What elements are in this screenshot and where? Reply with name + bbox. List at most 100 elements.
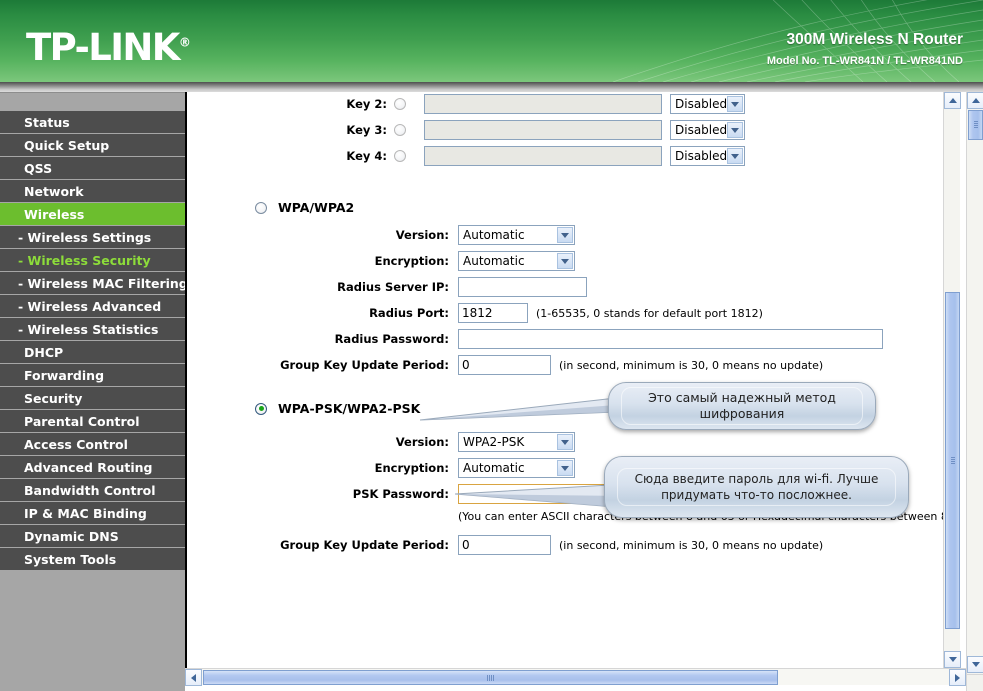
- header-divider: [0, 82, 983, 92]
- content-vertical-scrollbar[interactable]: [943, 92, 960, 668]
- wep-key2-row: Key 2: Disabled: [187, 94, 745, 114]
- wpa-version-select[interactable]: Automatic: [458, 225, 575, 245]
- sidebar-item-quick-setup[interactable]: Quick Setup: [0, 134, 185, 157]
- wep-key4-type-value: Disabled: [675, 149, 727, 163]
- sidebar-item-access-control[interactable]: Access Control: [0, 433, 185, 456]
- sidebar-item-status[interactable]: Status: [0, 111, 185, 134]
- radius-port-row: Radius Port: (1-65535, 0 stands for defa…: [187, 303, 763, 323]
- psk-encryption-label: Encryption:: [187, 461, 449, 475]
- sidebar-item-security[interactable]: Security: [0, 387, 185, 410]
- psk-version-label: Version:: [187, 435, 449, 449]
- psk-version-select[interactable]: WPA2-PSK: [458, 432, 575, 452]
- horizontal-scroll-thumb[interactable]: [203, 670, 778, 685]
- wep-key3-radio[interactable]: [394, 124, 406, 136]
- form-scroll-content: Key 2: Disabled Key 3: Disabled: [187, 92, 943, 668]
- wep-key4-type-select[interactable]: Disabled: [670, 146, 745, 166]
- wep-key3-label: Key 3:: [187, 123, 387, 137]
- wep-key3-type-value: Disabled: [675, 123, 727, 137]
- content-scroll-thumb[interactable]: [945, 292, 960, 629]
- router-admin-page: TP-LINK® 300M Wireless N Router Model No…: [0, 0, 983, 691]
- scroll-grip-icon: [951, 457, 955, 465]
- sidebar-item-qss[interactable]: QSS: [0, 157, 185, 180]
- tplink-logo: TP-LINK®: [26, 26, 191, 69]
- scroll-left-button[interactable]: [185, 669, 202, 686]
- wep-key2-type-select[interactable]: Disabled: [670, 94, 745, 114]
- psk-group-key-label: Group Key Update Period:: [187, 538, 449, 552]
- wpa-mode-radio[interactable]: [255, 202, 267, 214]
- callout-wifi-password: Сюда введите пароль для wi-fi. Лучше при…: [604, 456, 909, 518]
- wpa-encryption-row: Encryption: Automatic: [187, 251, 575, 271]
- psk-encryption-select[interactable]: Automatic: [458, 458, 575, 478]
- browser-vertical-scrollbar[interactable]: [966, 92, 983, 674]
- sidebar-item-wireless-statistics[interactable]: - Wireless Statistics: [0, 318, 185, 341]
- sidebar-item-dhcp[interactable]: DHCP: [0, 341, 185, 364]
- sidebar-item-forwarding[interactable]: Forwarding: [0, 364, 185, 387]
- sidebar-item-parental-control[interactable]: Parental Control: [0, 410, 185, 433]
- chevron-down-icon: [727, 122, 743, 138]
- radius-password-input[interactable]: [458, 329, 883, 349]
- wpa-version-label: Version:: [187, 228, 449, 242]
- callout-1-text: Это самый надежный метод шифрования: [621, 387, 863, 425]
- sidebar-item-system-tools[interactable]: System Tools: [0, 548, 185, 571]
- wpa-encryption-select[interactable]: Automatic: [458, 251, 575, 271]
- sidebar-item-bandwidth-control[interactable]: Bandwidth Control: [0, 479, 185, 502]
- browser-scroll-up-button[interactable]: [967, 92, 983, 109]
- wpa-psk-section-header[interactable]: WPA-PSK/WPA2-PSK: [255, 401, 420, 416]
- sidebar-item-advanced-routing[interactable]: Advanced Routing: [0, 456, 185, 479]
- chevron-down-icon: [557, 460, 573, 476]
- sidebar-item-wireless-settings[interactable]: - Wireless Settings: [0, 226, 185, 249]
- browser-scroll-thumb[interactable]: [968, 110, 983, 140]
- sidebar-item-dynamic-dns[interactable]: Dynamic DNS: [0, 525, 185, 548]
- chevron-down-icon: [727, 148, 743, 164]
- content-horizontal-scrollbar[interactable]: [185, 668, 966, 685]
- registered-mark-icon: ®: [179, 36, 191, 50]
- wpa-version-value: Automatic: [463, 228, 525, 242]
- wep-key2-input[interactable]: [424, 94, 662, 114]
- radius-port-input[interactable]: [458, 303, 528, 323]
- psk-version-value: WPA2-PSK: [463, 435, 524, 449]
- wpa-group-key-input[interactable]: [458, 355, 551, 375]
- wpa-psk-section-label: WPA-PSK/WPA2-PSK: [278, 401, 420, 416]
- scroll-down-button[interactable]: [944, 651, 961, 668]
- psk-encryption-row: Encryption: Automatic: [187, 458, 575, 478]
- sidebar-item-wireless-advanced[interactable]: - Wireless Advanced: [0, 295, 185, 318]
- sidebar-item-ip-mac-binding[interactable]: IP & MAC Binding: [0, 502, 185, 525]
- radius-server-ip-input[interactable]: [458, 277, 587, 297]
- scroll-right-button[interactable]: [949, 669, 966, 686]
- radius-port-label: Radius Port:: [187, 306, 449, 320]
- wep-key4-radio[interactable]: [394, 150, 406, 162]
- radius-server-ip-label: Radius Server IP:: [187, 280, 449, 294]
- wep-key2-type-value: Disabled: [675, 97, 727, 111]
- sidebar-item-wireless[interactable]: Wireless: [0, 203, 185, 226]
- sidebar-item-wireless-security[interactable]: - Wireless Security: [0, 249, 185, 272]
- sidebar-top-spacer: [0, 93, 185, 111]
- browser-scroll-down-button[interactable]: [967, 656, 983, 673]
- page-header: TP-LINK® 300M Wireless N Router Model No…: [0, 0, 983, 82]
- wpa-group-key-label: Group Key Update Period:: [187, 358, 449, 372]
- product-name: 300M Wireless N Router: [787, 31, 963, 49]
- radius-password-label: Radius Password:: [187, 332, 449, 346]
- wep-key4-input[interactable]: [424, 146, 662, 166]
- radius-server-ip-row: Radius Server IP:: [187, 277, 587, 297]
- wpa-encryption-value: Automatic: [463, 254, 525, 268]
- psk-group-key-row: Group Key Update Period: (in second, min…: [187, 535, 823, 555]
- wpa-psk-mode-radio[interactable]: [255, 403, 267, 415]
- callout-2-text: Сюда введите пароль для wi-fi. Лучше при…: [617, 468, 896, 506]
- model-number: Model No. TL-WR841N / TL-WR841ND: [767, 55, 963, 67]
- wpa-group-key-hint: (in second, minimum is 30, 0 means no up…: [559, 359, 823, 372]
- psk-encryption-value: Automatic: [463, 461, 525, 475]
- psk-group-key-hint: (in second, minimum is 30, 0 means no up…: [559, 539, 823, 552]
- scroll-up-button[interactable]: [944, 92, 961, 109]
- wep-key3-type-select[interactable]: Disabled: [670, 120, 745, 140]
- wep-key4-row: Key 4: Disabled: [187, 146, 745, 166]
- wep-key3-input[interactable]: [424, 120, 662, 140]
- scrollbar-corner: [966, 674, 983, 691]
- wpa-group-key-row: Group Key Update Period: (in second, min…: [187, 355, 823, 375]
- chevron-down-icon: [557, 227, 573, 243]
- wpa-section-header[interactable]: WPA/WPA2: [255, 200, 354, 215]
- sidebar-item-network[interactable]: Network: [0, 180, 185, 203]
- chevron-down-icon: [557, 434, 573, 450]
- sidebar-item-wireless-mac-filtering[interactable]: - Wireless MAC Filtering: [0, 272, 185, 295]
- wep-key2-radio[interactable]: [394, 98, 406, 110]
- psk-group-key-input[interactable]: [458, 535, 551, 555]
